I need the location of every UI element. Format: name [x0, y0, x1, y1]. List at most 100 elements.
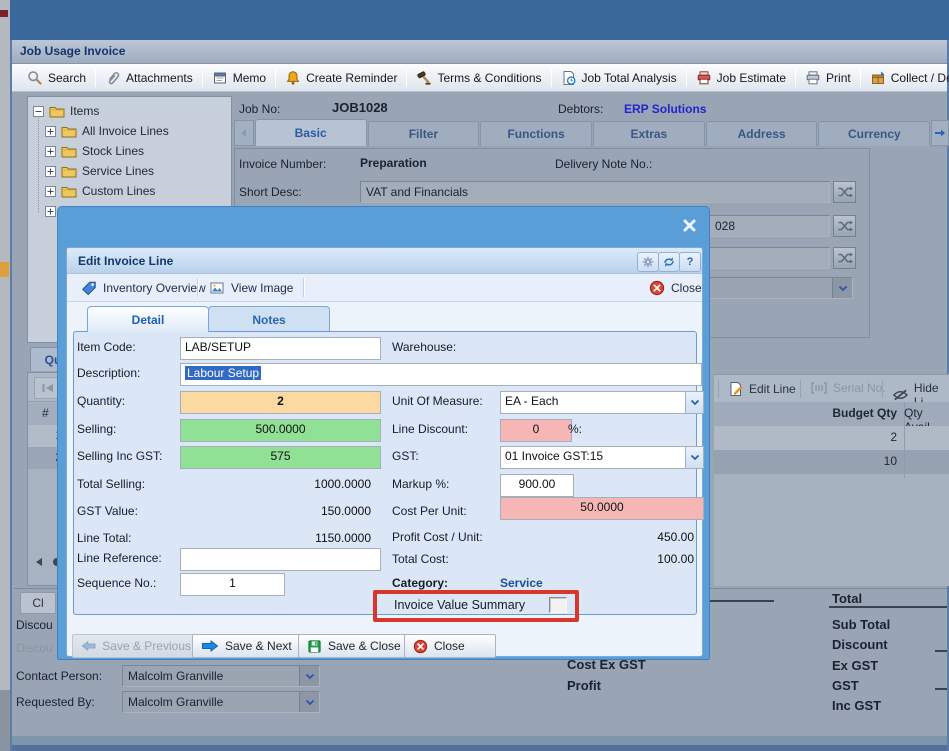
line-total-label: Line Total: [77, 531, 132, 545]
save-previous-button[interactable]: Save & Previous [72, 634, 200, 658]
discount-label-partial: Discou [16, 618, 53, 632]
inc-gst-label: Inc GST [832, 698, 881, 713]
quantity-label: Quantity: [77, 394, 125, 408]
value-underline [935, 688, 947, 690]
save-next-button[interactable]: Save & Next [192, 634, 306, 658]
expand-icon[interactable] [45, 186, 56, 197]
tab-filter[interactable]: Filter [368, 121, 480, 146]
tab-address[interactable]: Address [706, 121, 818, 146]
selling-input[interactable]: 500.0000 [180, 419, 381, 442]
short-desc-input[interactable]: VAT and Financials [360, 181, 830, 203]
tab-detail[interactable]: Detail [87, 306, 209, 332]
discount-total-label: Discount [832, 637, 888, 652]
dropdown-arrow-button[interactable] [299, 666, 319, 686]
totals-header: Total [832, 591, 862, 606]
serial-no-button[interactable]: Serial No. [810, 381, 886, 395]
tab-functions[interactable]: Functions [480, 121, 592, 146]
line-reference-input[interactable] [180, 548, 381, 571]
dropdown-arrow-button[interactable] [299, 692, 319, 712]
requested-by-dropdown[interactable]: Malcolm Granville [122, 691, 320, 713]
sliver-red-block [0, 10, 8, 17]
dialog-frame-close-button[interactable] [676, 213, 702, 237]
table-row[interactable]: 2 [714, 426, 949, 450]
tree-item-all-invoice-lines[interactable]: All Invoice Lines [45, 121, 169, 141]
dialog-settings-button[interactable] [637, 252, 659, 272]
dialog-toolbar: Inventory Overview View Image Close [67, 274, 702, 302]
description-input[interactable]: Labour Setup [180, 363, 702, 386]
table-row[interactable]: 10 [714, 450, 949, 474]
tab-scroll-right-button[interactable] [931, 120, 949, 146]
edit-invoice-line-dialog: Edit Invoice Line ? Inventory Overview V… [57, 206, 710, 660]
dialog-help-button[interactable]: ? [679, 252, 701, 272]
dialog-close-button[interactable]: Close [404, 634, 496, 658]
inventory-overview-button[interactable]: Inventory Overview [77, 277, 210, 299]
invoice-lines-grid: Edit Line Serial No. Hide Li Budget Qty … [714, 374, 949, 586]
tab-extras[interactable]: Extras [593, 121, 705, 146]
expand-icon[interactable] [45, 146, 56, 157]
collect-deliver-button[interactable]: Collect / Deliver [861, 66, 949, 90]
print-button[interactable]: Print [796, 66, 860, 90]
gst-dropdown[interactable]: 01 Invoice GST:15 [500, 446, 704, 469]
tree-item-label: Custom Lines [82, 184, 155, 198]
markup-label: Markup %: [392, 477, 449, 491]
tab-currency[interactable]: Currency [818, 121, 930, 146]
selling-inc-gst-input[interactable]: 575 [180, 446, 381, 469]
expand-icon[interactable] [45, 166, 56, 177]
edit-line-button[interactable]: Edit Line [728, 381, 796, 397]
sub-total-label: Sub Total [832, 617, 890, 632]
memo-button[interactable]: Memo [203, 66, 275, 90]
save-close-button[interactable]: Save & Close [298, 634, 412, 658]
inventory-overview-label: Inventory Overview [103, 281, 206, 295]
scroll-left-icon[interactable] [34, 557, 44, 567]
unit-of-measure-dropdown[interactable]: EA - Each [500, 391, 704, 414]
tree-root-label: Items [70, 104, 99, 118]
terms-conditions-button[interactable]: Terms & Conditions [407, 66, 550, 90]
collapse-icon[interactable] [33, 106, 44, 117]
search-button[interactable]: Search [18, 66, 95, 90]
gear-icon [642, 256, 654, 268]
job-ref-lookup-button[interactable] [833, 215, 856, 237]
tree-item-stock-lines[interactable]: Stock Lines [45, 141, 144, 161]
description-label: Description: [77, 366, 140, 380]
item-code-input[interactable]: LAB/SETUP [180, 337, 381, 360]
terms-conditions-label: Terms & Conditions [437, 71, 541, 85]
edit-line-label: Edit Line [749, 382, 796, 396]
category-value: Service [500, 576, 543, 590]
expand-icon[interactable] [45, 126, 56, 137]
dropdown-arrow-button[interactable] [685, 447, 703, 468]
line-discount-input[interactable]: 0 [500, 419, 572, 442]
dialog-titlebar: Edit Invoice Line ? [67, 248, 702, 274]
dropdown-arrow-button[interactable] [832, 278, 852, 298]
create-reminder-button[interactable]: Create Reminder [276, 66, 406, 90]
job-no-value: JOB1028 [332, 100, 388, 115]
contact-person-value: Malcolm Granville [128, 669, 223, 683]
dialog-refresh-button[interactable] [658, 252, 680, 272]
tab-scroll-left-button[interactable] [234, 120, 254, 146]
job-no-label: Job No: [239, 102, 280, 116]
job-estimate-button[interactable]: Job Estimate [687, 66, 795, 90]
contact-person-dropdown[interactable]: Malcolm Granville [122, 665, 320, 687]
expand-icon[interactable] [45, 206, 56, 217]
sequence-no-input[interactable]: 1 [180, 573, 285, 596]
attachments-button[interactable]: Attachments [96, 66, 202, 90]
tree-item-label: Stock Lines [82, 144, 144, 158]
invoice-value-summary-checkbox[interactable] [549, 597, 567, 613]
toolbar-separator [882, 380, 883, 398]
cost-per-unit-input[interactable]: 50.0000 [500, 497, 704, 520]
footer-button-partial[interactable]: Cl [20, 592, 56, 614]
debtors-link[interactable]: ERP Solutions [624, 102, 706, 116]
tab-basic[interactable]: Basic [255, 119, 367, 146]
tree-item-custom-lines[interactable]: Custom Lines [45, 181, 155, 201]
view-image-button[interactable]: View Image [205, 277, 297, 299]
dropdown-arrow-button[interactable] [685, 392, 703, 413]
tree-item-items[interactable]: Items [33, 101, 99, 121]
short-desc-lookup-button[interactable] [833, 181, 856, 203]
tab-notes[interactable]: Notes [208, 306, 330, 332]
hidden-field-lookup-button[interactable] [833, 247, 856, 269]
dialog-close-toolbar-button[interactable]: Close [645, 277, 706, 299]
markup-input[interactable]: 900.00 [500, 474, 574, 497]
grid-header-row[interactable]: Budget Qty Qty Avail [714, 402, 949, 427]
job-total-analysis-button[interactable]: Job Total Analysis [552, 66, 686, 90]
tree-item-service-lines[interactable]: Service Lines [45, 161, 154, 181]
quantity-input[interactable]: 2 [180, 391, 381, 414]
